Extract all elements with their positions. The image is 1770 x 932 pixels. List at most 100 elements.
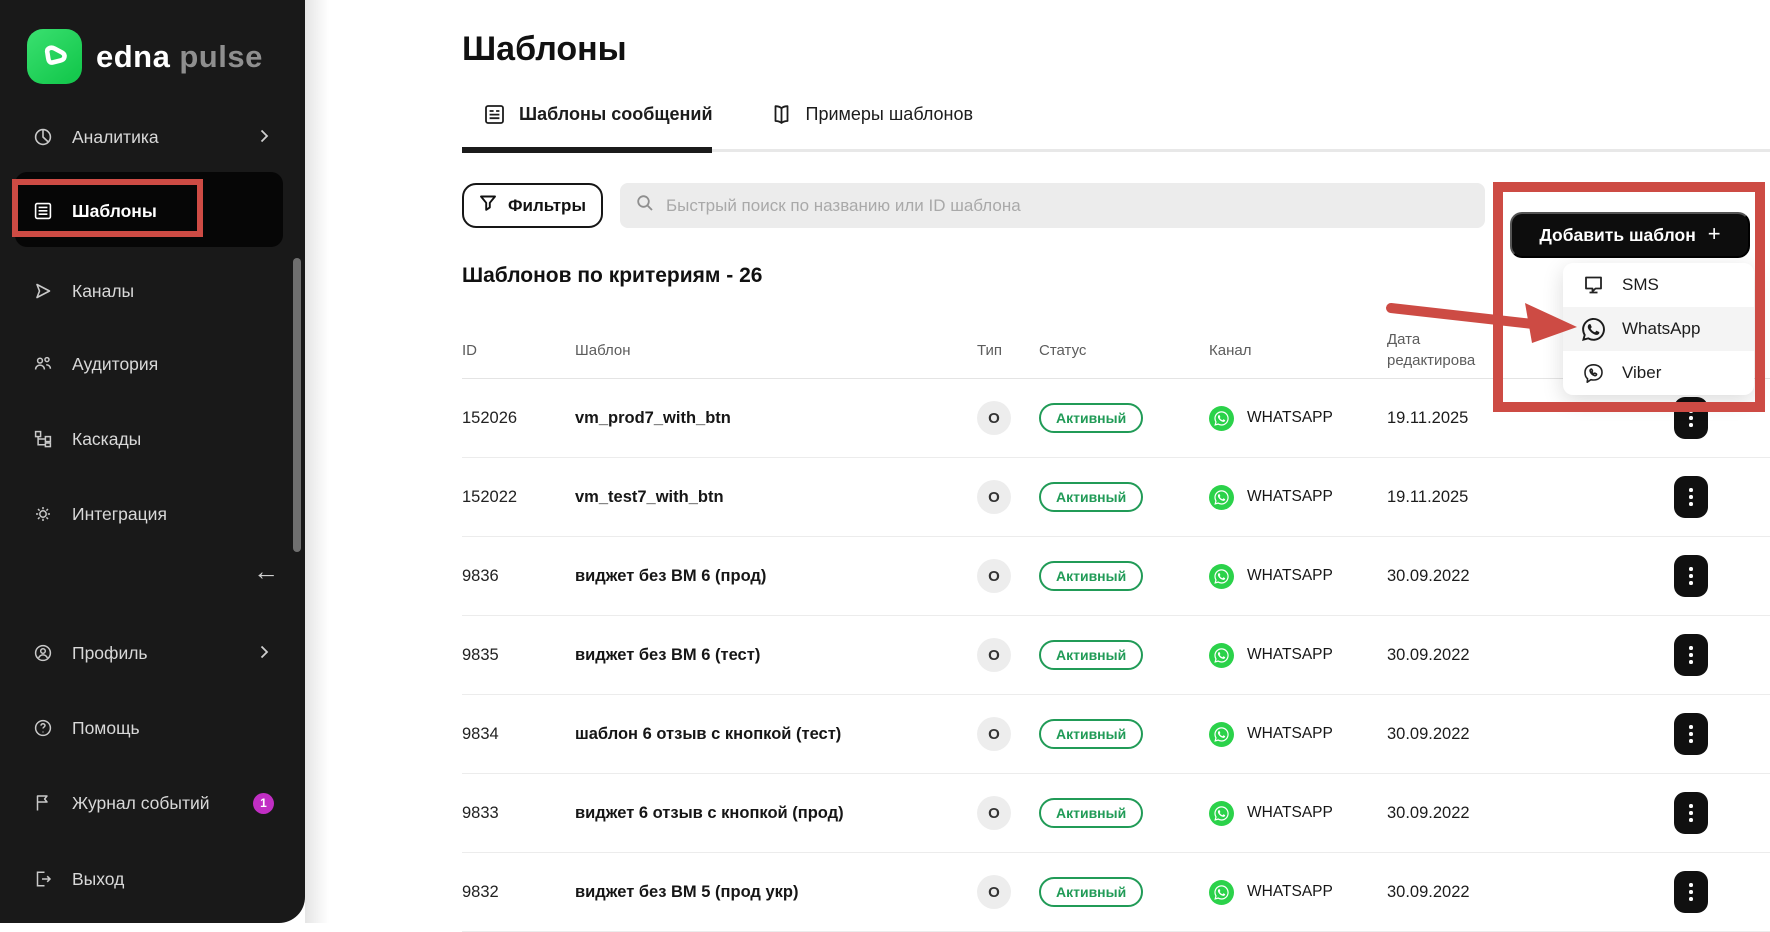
cell-edit-date: 30.09.2022 — [1387, 804, 1674, 823]
sidebar-item-templates[interactable]: Шаблоны — [0, 192, 305, 230]
analytics-pie-icon — [33, 127, 53, 147]
row-actions-kebab-button[interactable] — [1674, 792, 1708, 834]
chevron-right-icon — [260, 643, 269, 664]
tab-message-templates[interactable]: Шаблоны сообщений — [483, 103, 713, 126]
sidebar-collapse-arrow-icon[interactable]: ← — [246, 556, 286, 588]
table-row[interactable]: 9834 шаблон 6 отзыв с кнопкой (тест) O А… — [462, 695, 1770, 774]
tabs: Шаблоны сообщений Примеры шаблонов — [462, 103, 1770, 152]
cell-edit-date: 30.09.2022 — [1387, 725, 1674, 744]
cell-channel: WHATSAPP — [1209, 801, 1387, 826]
sidebar-item-profile[interactable]: Профиль — [0, 634, 305, 672]
cell-edit-date: 30.09.2022 — [1387, 567, 1674, 586]
cell-template-name: vm_prod7_with_btn — [575, 409, 977, 428]
sms-chat-icon — [1582, 274, 1605, 297]
template-examples-book-icon — [770, 103, 793, 126]
table-row[interactable]: 152022 vm_test7_with_btn O Активный WHAT… — [462, 458, 1770, 537]
status-badge: Активный — [1039, 482, 1143, 512]
cascades-tree-icon — [33, 429, 53, 449]
cell-channel: WHATSAPP — [1209, 564, 1387, 589]
channel-label: WHATSAPP — [1247, 646, 1333, 664]
filters-button[interactable]: Фильтры — [462, 183, 603, 228]
page-title: Шаблоны — [462, 30, 1770, 69]
menu-item-whatsapp[interactable]: WhatsApp — [1563, 307, 1754, 351]
status-badge: Активный — [1039, 877, 1143, 907]
col-header-channel: Канал — [1209, 342, 1387, 359]
sidebar-item-analytics[interactable]: Аналитика — [0, 118, 305, 156]
row-actions-kebab-button[interactable] — [1674, 634, 1708, 676]
table-row[interactable]: 9833 виджет 6 отзыв с кнопкой (прод) O А… — [462, 774, 1770, 853]
row-actions-kebab-button[interactable] — [1674, 555, 1708, 597]
row-actions-kebab-button[interactable] — [1674, 397, 1708, 439]
cell-template-id: 9836 — [462, 567, 575, 586]
sidebar-item-integration[interactable]: Интеграция — [0, 495, 305, 533]
menu-item-viber[interactable]: Viber — [1563, 351, 1754, 395]
chevron-right-icon — [260, 127, 269, 148]
channel-label: WHATSAPP — [1247, 409, 1333, 427]
sidebar-item-audience[interactable]: Аудитория — [0, 345, 305, 383]
cell-template-id: 9832 — [462, 883, 575, 902]
whatsapp-channel-icon — [1209, 485, 1234, 510]
type-badge: O — [977, 717, 1011, 751]
type-badge: O — [977, 401, 1011, 435]
cell-template-name: vm_test7_with_btn — [575, 488, 977, 507]
cell-edit-date: 30.09.2022 — [1387, 883, 1674, 902]
type-badge: O — [977, 638, 1011, 672]
sidebar-item-help[interactable]: Помощь — [0, 709, 305, 747]
whatsapp-channel-icon — [1209, 801, 1234, 826]
cell-channel: WHATSAPP — [1209, 722, 1387, 747]
cell-template-id: 152026 — [462, 409, 575, 428]
channel-label: WHATSAPP — [1247, 488, 1333, 506]
edna-logo-icon — [27, 29, 82, 84]
channels-send-icon — [33, 281, 53, 301]
event-log-count-badge: 1 — [253, 793, 274, 814]
sidebar-item-channels[interactable]: Каналы — [0, 272, 305, 310]
tab-template-examples[interactable]: Примеры шаблонов — [770, 103, 974, 126]
sidebar-item-logout[interactable]: Выход — [0, 860, 305, 898]
menu-item-sms[interactable]: SMS — [1563, 263, 1754, 307]
row-actions-kebab-button[interactable] — [1674, 871, 1708, 913]
sidebar-shadow — [305, 0, 329, 923]
whatsapp-channel-icon — [1209, 643, 1234, 668]
row-actions-kebab-button[interactable] — [1674, 476, 1708, 518]
filter-funnel-icon — [479, 194, 497, 217]
whatsapp-channel-icon — [1209, 406, 1234, 431]
sidebar-scrollbar[interactable] — [293, 258, 301, 552]
audience-people-icon — [33, 354, 53, 374]
row-actions-kebab-button[interactable] — [1674, 713, 1708, 755]
table-row[interactable]: 9836 виджет без ВМ 6 (прод) O Активный W… — [462, 537, 1770, 616]
whatsapp-channel-icon — [1209, 564, 1234, 589]
cell-template-name: виджет 6 отзыв с кнопкой (прод) — [575, 804, 977, 823]
cell-template-name: шаблон 6 отзыв с кнопкой (тест) — [575, 725, 977, 744]
type-badge: O — [977, 875, 1011, 909]
event-log-flag-icon — [33, 793, 53, 813]
table-row[interactable]: 9832 виджет без ВМ 5 (прод укр) O Активн… — [462, 853, 1770, 932]
sidebar-item-cascades[interactable]: Каскады — [0, 420, 305, 458]
plus-icon: + — [1708, 221, 1721, 247]
templates-icon — [33, 201, 53, 221]
cell-template-id: 9834 — [462, 725, 575, 744]
cell-channel: WHATSAPP — [1209, 643, 1387, 668]
logout-icon — [33, 869, 53, 889]
viber-icon — [1582, 362, 1605, 385]
col-header-template: Шаблон — [575, 342, 977, 359]
status-badge: Активный — [1039, 561, 1143, 591]
sidebar-item-event-log[interactable]: Журнал событий 1 — [0, 784, 305, 822]
cell-channel: WHATSAPP — [1209, 880, 1387, 905]
cell-template-id: 9833 — [462, 804, 575, 823]
message-templates-icon — [483, 103, 506, 126]
channel-label: WHATSAPP — [1247, 883, 1333, 901]
add-template-menu: SMS WhatsApp Viber — [1563, 263, 1754, 395]
col-header-edit-date: Дата редактирова — [1387, 330, 1487, 371]
help-icon — [33, 718, 53, 738]
cell-template-name: виджет без ВМ 6 (тест) — [575, 646, 977, 665]
channel-label: WHATSAPP — [1247, 725, 1333, 743]
search-box — [620, 183, 1485, 228]
table-row[interactable]: 9835 виджет без ВМ 6 (тест) O Активный W… — [462, 616, 1770, 695]
search-input[interactable] — [666, 196, 1469, 216]
add-template-button[interactable]: Добавить шаблон + — [1510, 212, 1750, 258]
search-icon — [636, 194, 654, 217]
status-badge: Активный — [1039, 798, 1143, 828]
col-header-type: Тип — [977, 342, 1039, 359]
col-header-id: ID — [462, 342, 575, 359]
whatsapp-channel-icon — [1209, 722, 1234, 747]
